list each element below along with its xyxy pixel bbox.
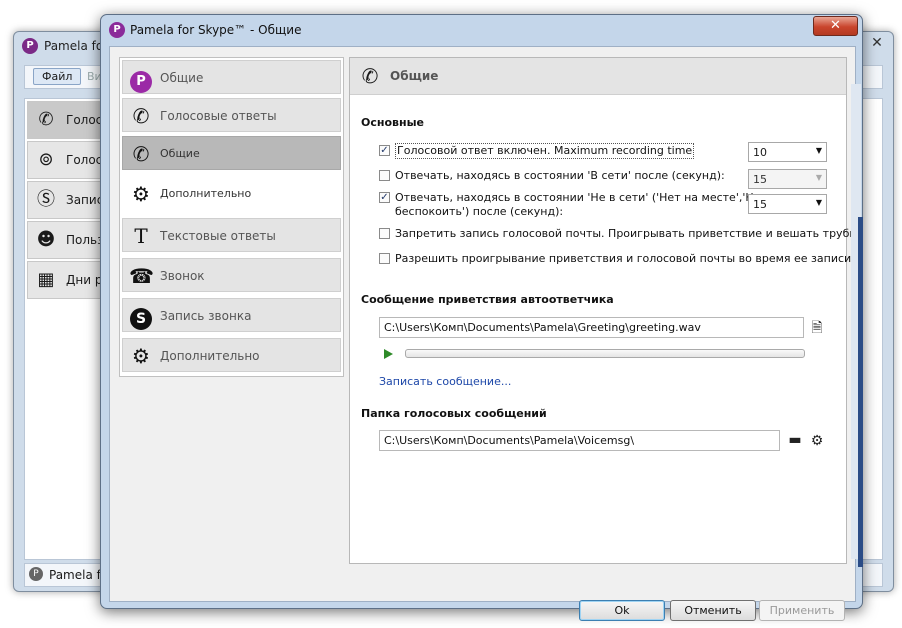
settings-dialog: P Pamela for Skype™ - Общие ✕ P Общие ✆ … [100, 14, 863, 621]
cancel-button[interactable]: Отменить [670, 600, 756, 621]
answer-offline-delay-select[interactable]: 15 ▼ [748, 194, 827, 214]
combo-value: 15 [753, 173, 767, 186]
max-recording-time-select[interactable]: 10 ▼ [748, 142, 827, 162]
ok-button[interactable]: Ok [579, 600, 665, 621]
background-nav-label: Польз [66, 233, 104, 247]
background-nav-label: Голос [66, 113, 103, 127]
nav-item-label: Запись звонка [160, 309, 252, 323]
dialog-titlebar: P Pamela for Skype™ - Общие ✕ [101, 15, 862, 45]
close-button[interactable]: ✕ [813, 16, 858, 36]
gear-icon: ⚙ [132, 344, 150, 368]
option-label: Отвечать, находясь в состоянии 'Не в сет… [395, 191, 761, 204]
background-nav-label: Голос [66, 153, 103, 167]
nav-item-label: Общие [160, 147, 200, 160]
chevron-down-icon: ▼ [815, 146, 822, 155]
phone-icon: ✆ [38, 109, 54, 130]
section-folder-heading: Папка голосовых сообщений [361, 407, 547, 420]
voicemail-folder-input[interactable]: C:\Users\Комп\Documents\Pamela\Voicemsg\ [379, 430, 780, 451]
section-main-heading: Основные [361, 116, 424, 129]
voicemail-icon: ⊚ [38, 149, 54, 170]
answer-online-delay-select[interactable]: 15 ▼ [748, 169, 827, 189]
option-label-line2: беспокоить') после (секунд): [395, 205, 564, 218]
phone-handset-icon: ☎ [129, 264, 154, 288]
nav-item-label: Общие [160, 71, 204, 85]
option-label: Отвечать, находясь в состоянии 'В сети' … [395, 169, 725, 182]
pamela-status-icon: P [29, 567, 43, 581]
background-nav-label: Запис [66, 193, 104, 207]
dialog-title: Pamela for Skype™ - Общие [130, 23, 302, 37]
nav-item-call-recording[interactable]: S Запись звонка [122, 298, 341, 332]
nav-item-text-answers[interactable]: T Текстовые ответы [122, 218, 341, 252]
option-label: Запретить запись голосовой почты. Проигр… [395, 227, 863, 240]
settings-nav: P Общие ✆ Голосовые ответы ✆ Общие ⚙ Доп… [119, 57, 344, 377]
phone-icon: ✆ [132, 104, 150, 128]
skype-icon: S [129, 304, 153, 330]
play-icon[interactable] [384, 349, 393, 359]
skype-record-icon: Ⓢ [37, 189, 55, 210]
chevron-down-icon: ▼ [815, 173, 822, 182]
greeting-path-input[interactable]: C:\Users\Комп\Documents\Pamela\Greeting\… [379, 317, 804, 338]
option-label: Голосовой ответ включен. Maximum recordi… [395, 143, 695, 159]
record-message-link[interactable]: Записать сообщение... [379, 375, 511, 388]
combo-value: 15 [753, 198, 767, 211]
section-greeting-heading: Сообщение приветствия автоответчика [361, 293, 614, 306]
calendar-icon: ▦ [37, 269, 55, 290]
panel-title: Общие [390, 69, 439, 83]
dialog-body: P Общие ✆ Голосовые ответы ✆ Общие ⚙ Доп… [109, 46, 863, 621]
playback-progress-bar [405, 349, 805, 358]
nav-item-advanced[interactable]: ⚙ Дополнительно [122, 338, 341, 372]
scrollbar-thumb[interactable] [858, 217, 863, 567]
chevron-down-icon: ▼ [815, 198, 822, 207]
phone-icon: ✆ [132, 142, 150, 166]
apply-button[interactable]: Применить [759, 600, 845, 621]
folder-settings-icon[interactable]: ⚙ [809, 433, 825, 449]
nav-item-label: Текстовые ответы [160, 229, 276, 243]
nav-item-voice-general[interactable]: ✆ Общие [122, 136, 341, 170]
gear-icon: ⚙ [132, 182, 150, 206]
disable-voicemail-checkbox[interactable] [379, 228, 390, 239]
pamela-logo-icon: P [109, 22, 125, 38]
contacts-icon: ☻ [36, 229, 56, 250]
panel-header: ✆ Общие [350, 58, 846, 95]
pamela-logo-icon: P [129, 66, 153, 93]
nav-item-label: Голосовые ответы [160, 109, 277, 123]
answer-online-checkbox[interactable] [379, 170, 390, 181]
nav-item-label: Дополнительно [160, 349, 260, 363]
browse-file-icon[interactable]: 🗎 [809, 320, 825, 336]
nav-item-call[interactable]: ☎ Звонок [122, 258, 341, 292]
allow-playback-checkbox[interactable] [379, 253, 390, 264]
nav-item-label: Звонок [160, 269, 205, 283]
nav-item-voice-advanced[interactable]: ⚙ Дополнительно [122, 176, 341, 210]
background-close-icon[interactable]: ✕ [867, 35, 887, 51]
nav-item-label: Дополнительно [160, 187, 252, 200]
nav-item-general[interactable]: P Общие [122, 60, 341, 94]
phone-icon: ✆ [361, 64, 379, 88]
combo-value: 10 [753, 146, 767, 159]
folder-icon[interactable]: ▬ [787, 432, 803, 448]
answer-offline-checkbox[interactable]: ✓ [379, 192, 390, 203]
option-label: Разрешить проигрывание приветствия и гол… [395, 252, 852, 265]
background-window-title: Pamela for [44, 39, 109, 53]
nav-item-voice-answers[interactable]: ✆ Голосовые ответы [122, 98, 341, 132]
voice-answer-enabled-checkbox[interactable]: ✓ [379, 145, 390, 156]
menu-file[interactable]: Файл [33, 68, 82, 85]
settings-panel: ✆ Общие Основные ✓ Голосовой ответ включ… [349, 57, 863, 564]
pamela-logo-icon: P [22, 38, 38, 54]
text-icon: T [134, 224, 148, 248]
